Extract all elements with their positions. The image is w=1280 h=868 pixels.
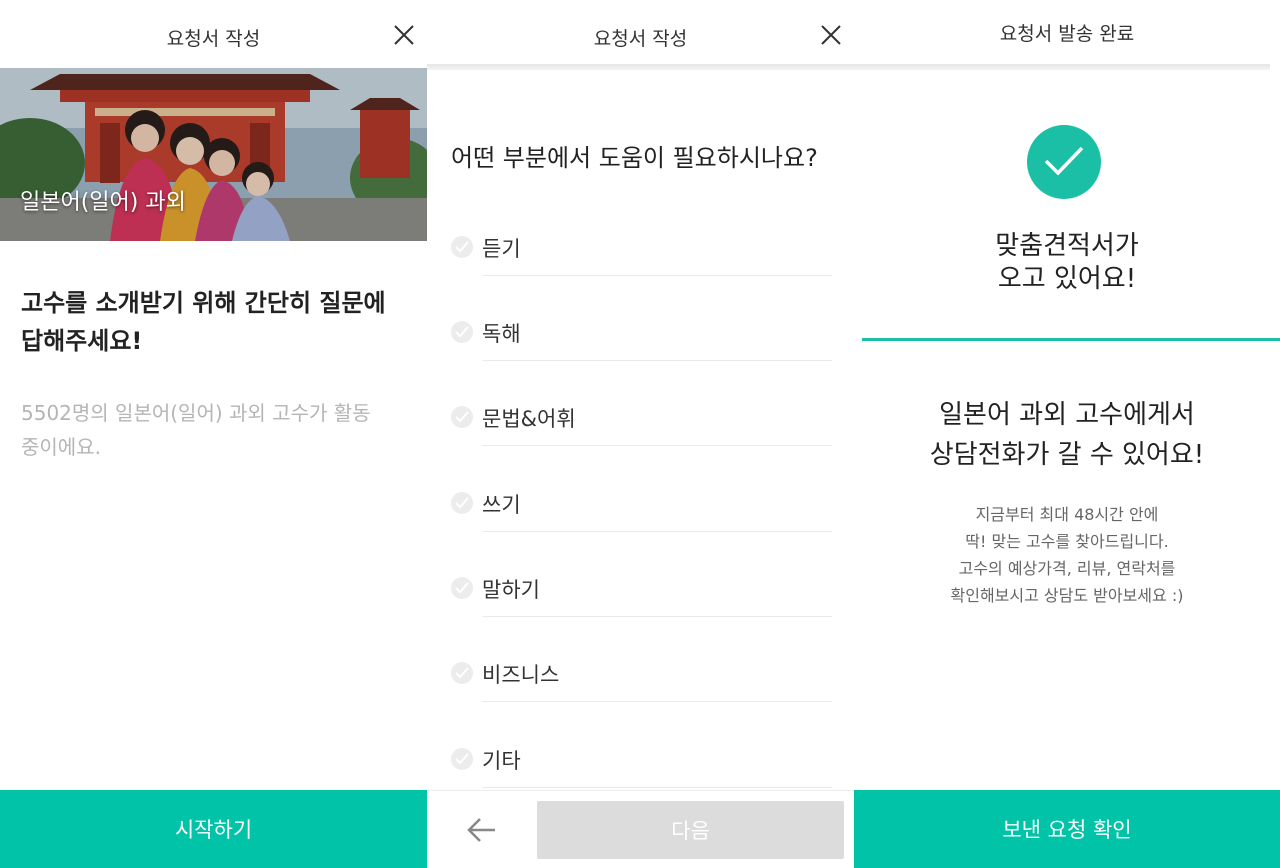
sub-line: 5502명의 일본어(일어) 과외 고수가 활동 xyxy=(21,401,371,425)
divider xyxy=(482,275,832,276)
intro-panel: 요청서 작성 일본어(일어) 과외 고수를 소개받기 위해 간단히 질문에 답해… xyxy=(0,0,427,868)
option-label: 말하기 xyxy=(482,578,540,602)
page-title: 요청서 발송 완료 xyxy=(999,23,1135,45)
complete-heading: 맞춤견적서가 오고 있어요! xyxy=(854,230,1280,296)
heading-line: 답해주세요! xyxy=(21,327,143,355)
divider xyxy=(482,360,832,361)
checkmark-icon xyxy=(451,577,473,599)
description-text: 지금부터 최대 48시간 안에 딱! 맞는 고수를 찾아드립니다. 고수의 예상… xyxy=(854,501,1280,609)
option-item[interactable]: 쓰기 xyxy=(451,476,832,532)
option-label: 쓰기 xyxy=(482,493,521,517)
close-icon[interactable] xyxy=(818,22,844,48)
option-label: 비즈니스 xyxy=(482,663,560,687)
next-button[interactable]: 다음 xyxy=(537,801,844,859)
checkmark-icon xyxy=(451,236,473,258)
question-title: 어떤 부분에서 도움이 필요하시나요? xyxy=(451,144,818,172)
header: 요청서 작성 xyxy=(0,0,427,68)
heading-line: 고수를 소개받기 위해 간단히 질문에 xyxy=(21,289,386,317)
complete-panel: 요청서 발송 완료 맞춤견적서가 오고 있어요! 일본어 과외 고수에게서 상담… xyxy=(854,0,1280,868)
option-item[interactable]: 비즈니스 xyxy=(451,646,832,702)
call-message: 일본어 과외 고수에게서 상담전화가 갈 수 있어요! xyxy=(854,395,1280,475)
sub-line: 중이에요. xyxy=(21,435,101,459)
desc-line: 확인해보시고 상담도 받아보세요 :) xyxy=(950,586,1184,605)
footer-bar: 다음 xyxy=(427,790,854,868)
divider xyxy=(482,701,832,702)
divider xyxy=(482,787,832,788)
option-label: 문법&어휘 xyxy=(482,407,576,431)
close-icon[interactable] xyxy=(391,22,417,48)
check-circle-icon xyxy=(1027,125,1101,199)
divider xyxy=(862,338,1280,341)
desc-line: 지금부터 최대 48시간 안에 xyxy=(975,505,1159,524)
option-item[interactable]: 문법&어휘 xyxy=(451,390,832,446)
page-title: 요청서 작성 xyxy=(593,28,688,50)
header-divider xyxy=(427,64,854,70)
desc-line: 딱! 맞는 고수를 찾아드립니다. xyxy=(965,532,1169,551)
divider xyxy=(482,531,832,532)
checkmark-icon xyxy=(451,748,473,770)
header-divider xyxy=(854,64,1270,70)
arrow-left-icon[interactable] xyxy=(465,815,499,845)
option-item[interactable]: 기타 xyxy=(451,732,832,788)
option-label: 기타 xyxy=(482,749,521,773)
header: 요청서 작성 xyxy=(427,0,854,68)
question-panel: 요청서 작성 어떤 부분에서 도움이 필요하시나요? 듣기 독해 문법&어휘 쓰… xyxy=(427,0,854,868)
page-title: 요청서 작성 xyxy=(166,28,261,50)
checkmark-icon xyxy=(451,321,473,343)
option-item[interactable]: 독해 xyxy=(451,305,832,361)
heading-line: 오고 있어요! xyxy=(997,264,1137,294)
checkmark-icon xyxy=(451,662,473,684)
message-line: 일본어 과외 고수에게서 xyxy=(939,400,1195,430)
intro-heading: 고수를 소개받기 위해 간단히 질문에 답해주세요! xyxy=(21,284,416,360)
option-label: 듣기 xyxy=(482,237,521,261)
desc-line: 고수의 예상가격, 리뷰, 연락처를 xyxy=(958,559,1176,578)
hero-image: 일본어(일어) 과외 xyxy=(0,68,427,241)
expert-count-text: 5502명의 일본어(일어) 과외 고수가 활동 중이에요. xyxy=(21,396,416,464)
message-line: 상담전화가 갈 수 있어요! xyxy=(929,440,1205,470)
checkmark-icon xyxy=(451,492,473,514)
divider xyxy=(482,445,832,446)
start-button[interactable]: 시작하기 xyxy=(0,790,427,868)
option-item[interactable]: 말하기 xyxy=(451,561,832,617)
header: 요청서 발송 완료 xyxy=(854,0,1280,68)
category-title: 일본어(일어) 과외 xyxy=(20,190,186,215)
option-label: 독해 xyxy=(482,322,521,346)
heading-line: 맞춤견적서가 xyxy=(995,231,1139,261)
divider xyxy=(482,616,832,617)
option-item[interactable]: 듣기 xyxy=(451,220,832,276)
checkmark-icon xyxy=(451,406,473,428)
view-requests-button[interactable]: 보낸 요청 확인 xyxy=(854,790,1280,868)
